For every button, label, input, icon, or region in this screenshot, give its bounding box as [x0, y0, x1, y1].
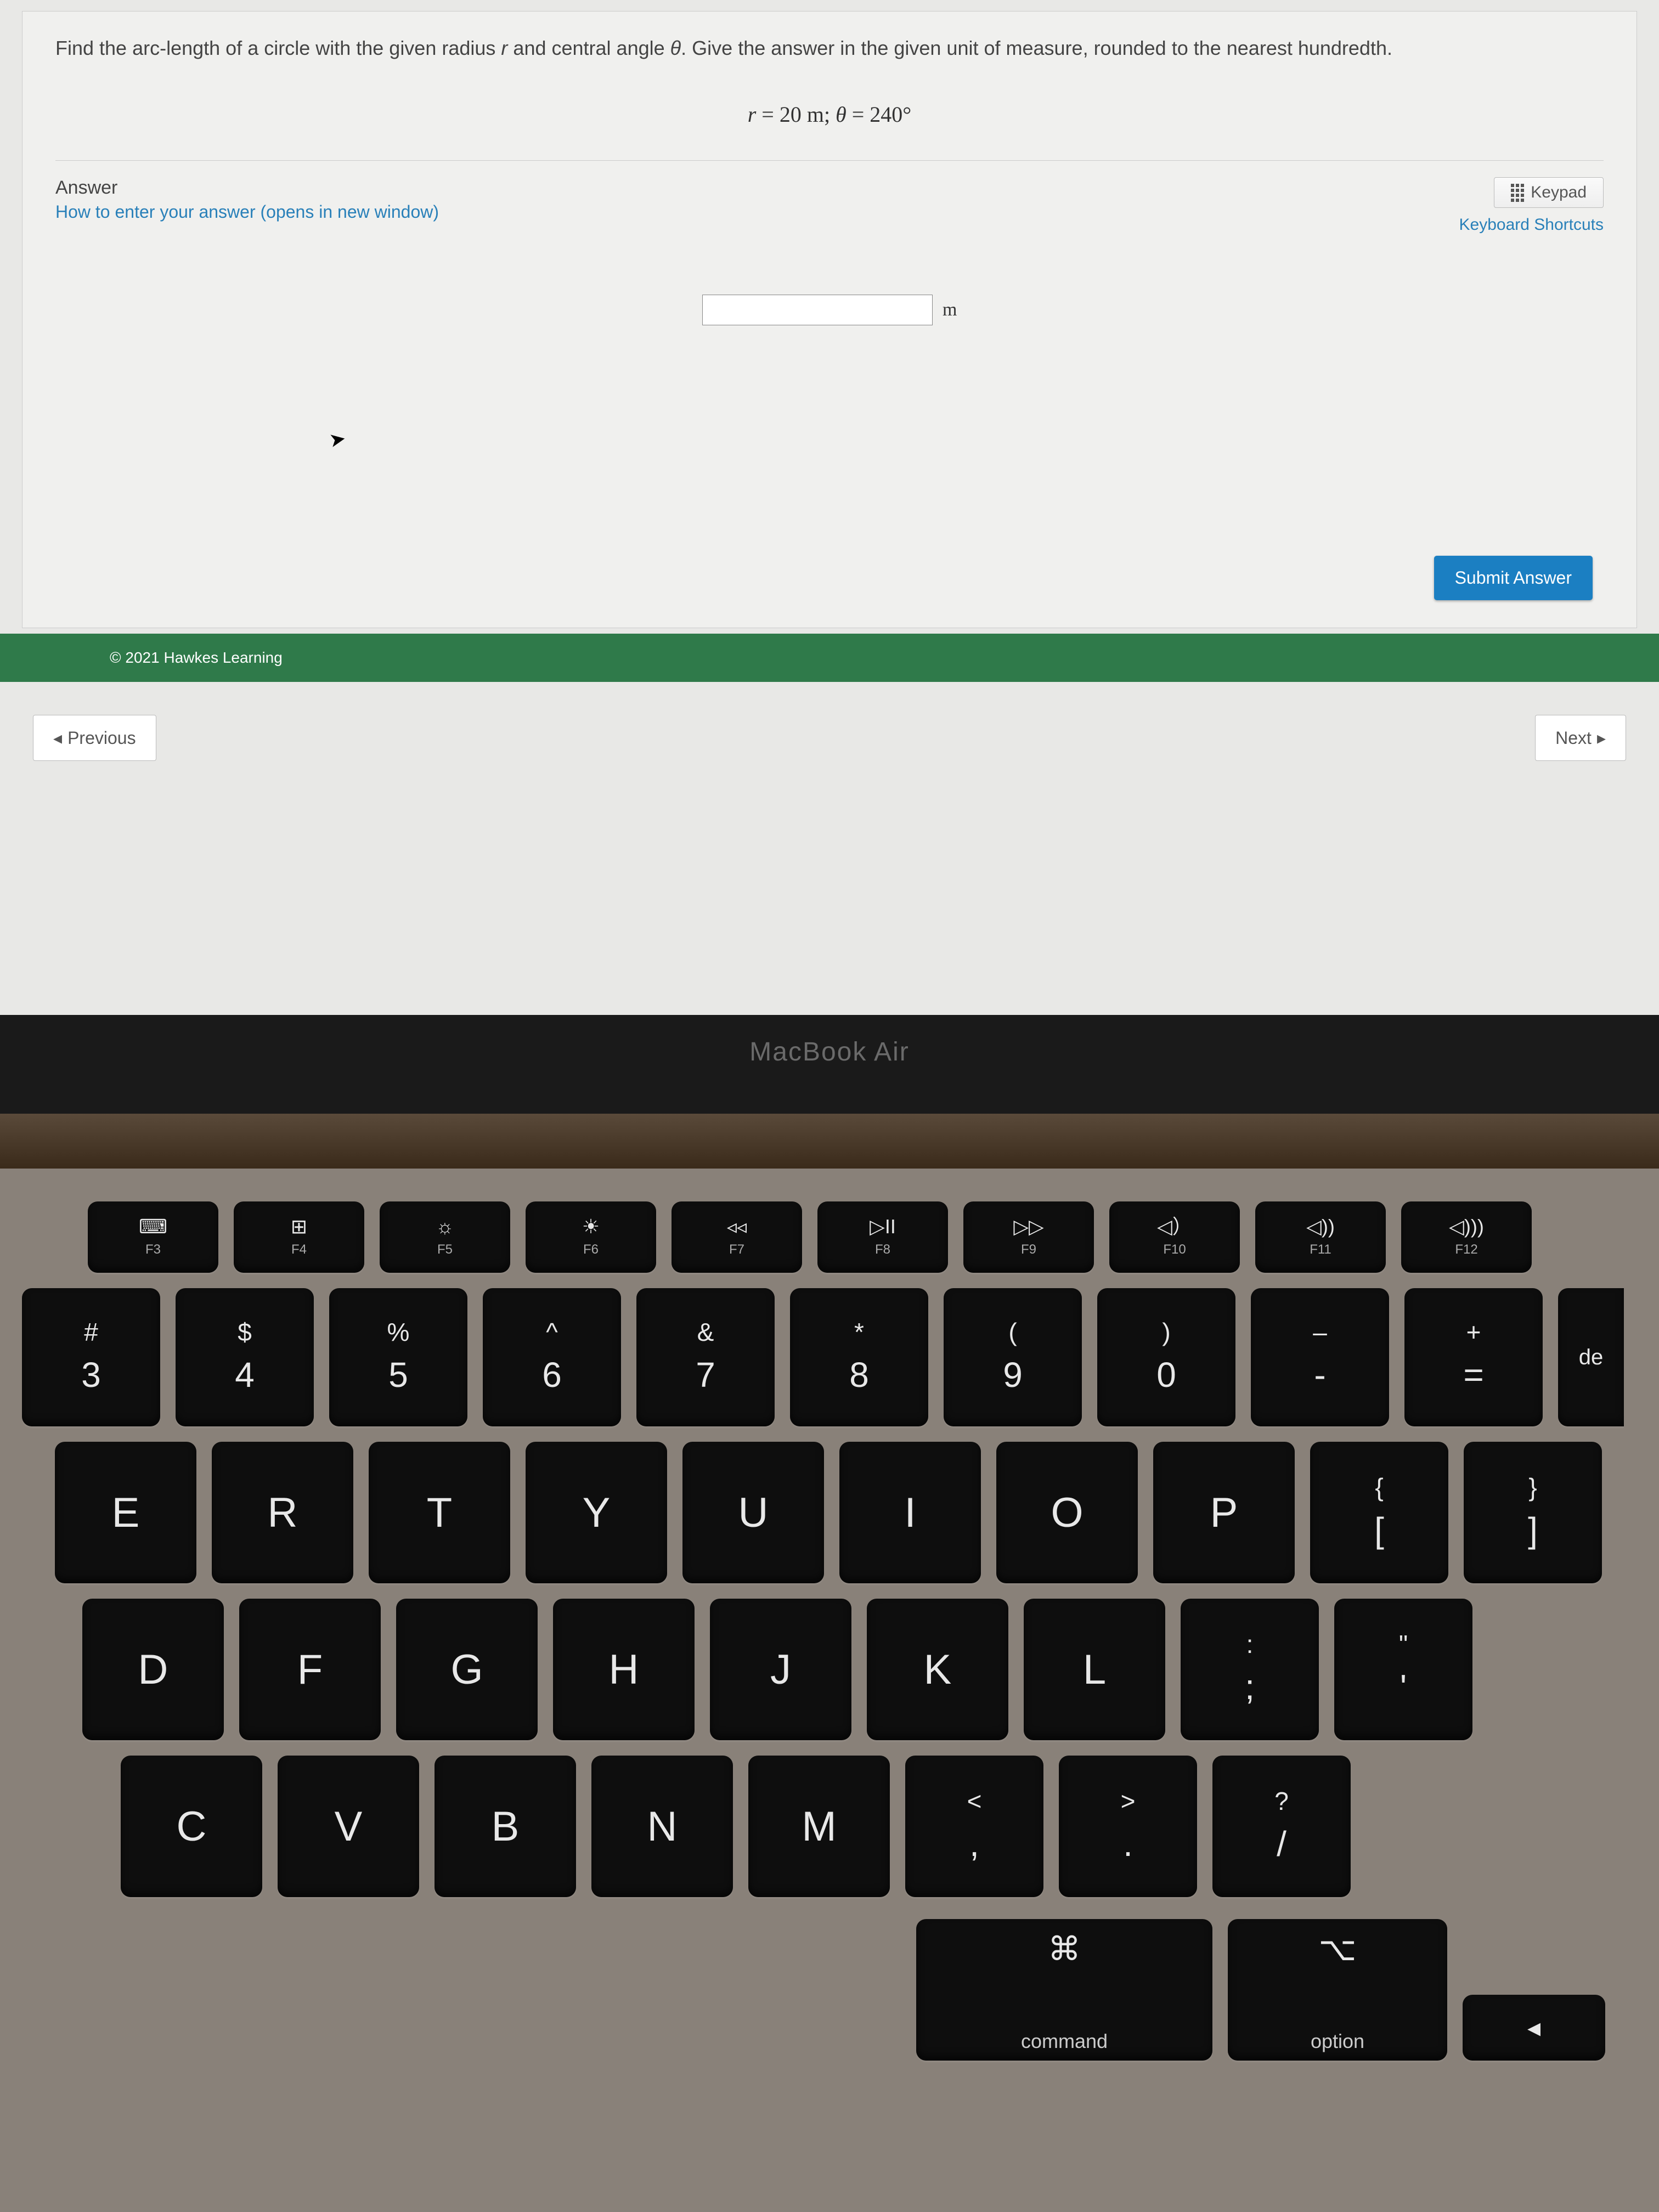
key-y[interactable]: Y: [526, 1442, 667, 1583]
key-f[interactable]: F: [239, 1599, 381, 1740]
key-d[interactable]: D: [82, 1599, 224, 1740]
answer-input[interactable]: [702, 295, 933, 325]
key-r[interactable]: R: [212, 1442, 353, 1583]
option-icon: ⌥: [1318, 1930, 1356, 1968]
key-b[interactable]: B: [435, 1756, 576, 1897]
key-punct[interactable]: ?/: [1212, 1756, 1351, 1897]
option-key[interactable]: ⌥ option: [1228, 1919, 1447, 2061]
laptop-bezel: MacBook Air: [0, 1015, 1659, 1114]
launchpad-icon: ⊞: [291, 1217, 307, 1237]
key-v[interactable]: V: [278, 1756, 419, 1897]
playpause-icon: ▷II: [870, 1217, 896, 1237]
how-to-enter-link[interactable]: How to enter your answer (opens in new w…: [55, 202, 439, 222]
bright-icon: ☀: [582, 1217, 600, 1237]
question-text: Find the arc-length of a circle with the…: [55, 33, 1604, 63]
caret-left-icon: ◂: [53, 727, 62, 748]
formula: r = 20 m; θ = 240°: [55, 101, 1604, 127]
key-=[interactable]: +=: [1404, 1288, 1543, 1426]
key-8[interactable]: *8: [790, 1288, 928, 1426]
voldown-icon: ◁)): [1306, 1217, 1335, 1237]
key-u[interactable]: U: [682, 1442, 824, 1583]
previous-button[interactable]: ◂ Previous: [33, 715, 156, 761]
key-n[interactable]: N: [591, 1756, 733, 1897]
f12-key[interactable]: ◁)))F12: [1401, 1201, 1532, 1273]
dim-icon: ☼: [436, 1217, 454, 1237]
key-punct[interactable]: "': [1334, 1599, 1472, 1740]
physical-keyboard: ⌨F3⊞F4☼F5☀F6◃◃F7▷IIF8▷▷F9◁）F10◁))F11◁)))…: [0, 1169, 1659, 2212]
key-4[interactable]: $4: [176, 1288, 314, 1426]
keypad-button[interactable]: Keypad: [1494, 177, 1604, 208]
rewind-icon: ◃◃: [727, 1217, 747, 1237]
laptop-hinge: [0, 1114, 1659, 1169]
command-icon: ⌘: [1048, 1930, 1081, 1968]
key-k[interactable]: K: [867, 1599, 1008, 1740]
arrow-left-key[interactable]: ◂: [1463, 1995, 1605, 2061]
macbook-label: MacBook Air: [749, 1037, 909, 1067]
key-p[interactable]: P: [1153, 1442, 1295, 1583]
caret-right-icon: ▸: [1597, 727, 1606, 748]
copyright-bar: © 2021 Hawkes Learning: [0, 634, 1659, 682]
mute-icon: ◁）: [1157, 1217, 1192, 1237]
key-i[interactable]: I: [839, 1442, 981, 1583]
key-5[interactable]: %5: [329, 1288, 467, 1426]
key-bracket[interactable]: {[: [1310, 1442, 1448, 1583]
key-6[interactable]: ^6: [483, 1288, 621, 1426]
keypad-icon: [1511, 184, 1524, 202]
f6-key[interactable]: ☀F6: [526, 1201, 656, 1273]
key-punct[interactable]: >.: [1059, 1756, 1197, 1897]
key-g[interactable]: G: [396, 1599, 538, 1740]
f7-key[interactable]: ◃◃F7: [672, 1201, 802, 1273]
f8-key[interactable]: ▷IIF8: [817, 1201, 948, 1273]
key-j[interactable]: J: [710, 1599, 851, 1740]
key-e[interactable]: E: [55, 1442, 196, 1583]
f5-key[interactable]: ☼F5: [380, 1201, 510, 1273]
key-h[interactable]: H: [553, 1599, 695, 1740]
f9-key[interactable]: ▷▷F9: [963, 1201, 1094, 1273]
key-l[interactable]: L: [1024, 1599, 1165, 1740]
key-c[interactable]: C: [121, 1756, 262, 1897]
key-t[interactable]: T: [369, 1442, 510, 1583]
keyboard-shortcuts-link[interactable]: Keyboard Shortcuts: [1459, 216, 1604, 234]
forward-icon: ▷▷: [1013, 1217, 1043, 1237]
key-0[interactable]: )0: [1097, 1288, 1235, 1426]
f10-key[interactable]: ◁）F10: [1109, 1201, 1240, 1273]
key-o[interactable]: O: [996, 1442, 1138, 1583]
f4-key[interactable]: ⊞F4: [234, 1201, 364, 1273]
volup-icon: ◁))): [1449, 1217, 1484, 1237]
expose-icon: ⌨: [139, 1217, 167, 1237]
arrow-left-icon: ◂: [1527, 2012, 1541, 2043]
submit-answer-button[interactable]: Submit Answer: [1434, 556, 1593, 600]
delete-key[interactable]: de: [1558, 1288, 1624, 1426]
key-9[interactable]: (9: [944, 1288, 1082, 1426]
f11-key[interactable]: ◁))F11: [1255, 1201, 1386, 1273]
key-punct[interactable]: :;: [1181, 1599, 1319, 1740]
key-m[interactable]: M: [748, 1756, 890, 1897]
key-3[interactable]: #3: [22, 1288, 160, 1426]
unit-label: m: [943, 300, 957, 320]
f3-key[interactable]: ⌨F3: [88, 1201, 218, 1273]
key-punct[interactable]: <,: [905, 1756, 1043, 1897]
key-bracket[interactable]: }]: [1464, 1442, 1602, 1583]
next-button[interactable]: Next ▸: [1535, 715, 1626, 761]
answer-label: Answer: [55, 177, 439, 199]
key-7[interactable]: &7: [636, 1288, 775, 1426]
key--[interactable]: –-: [1251, 1288, 1389, 1426]
command-key[interactable]: ⌘ command: [916, 1919, 1212, 2061]
